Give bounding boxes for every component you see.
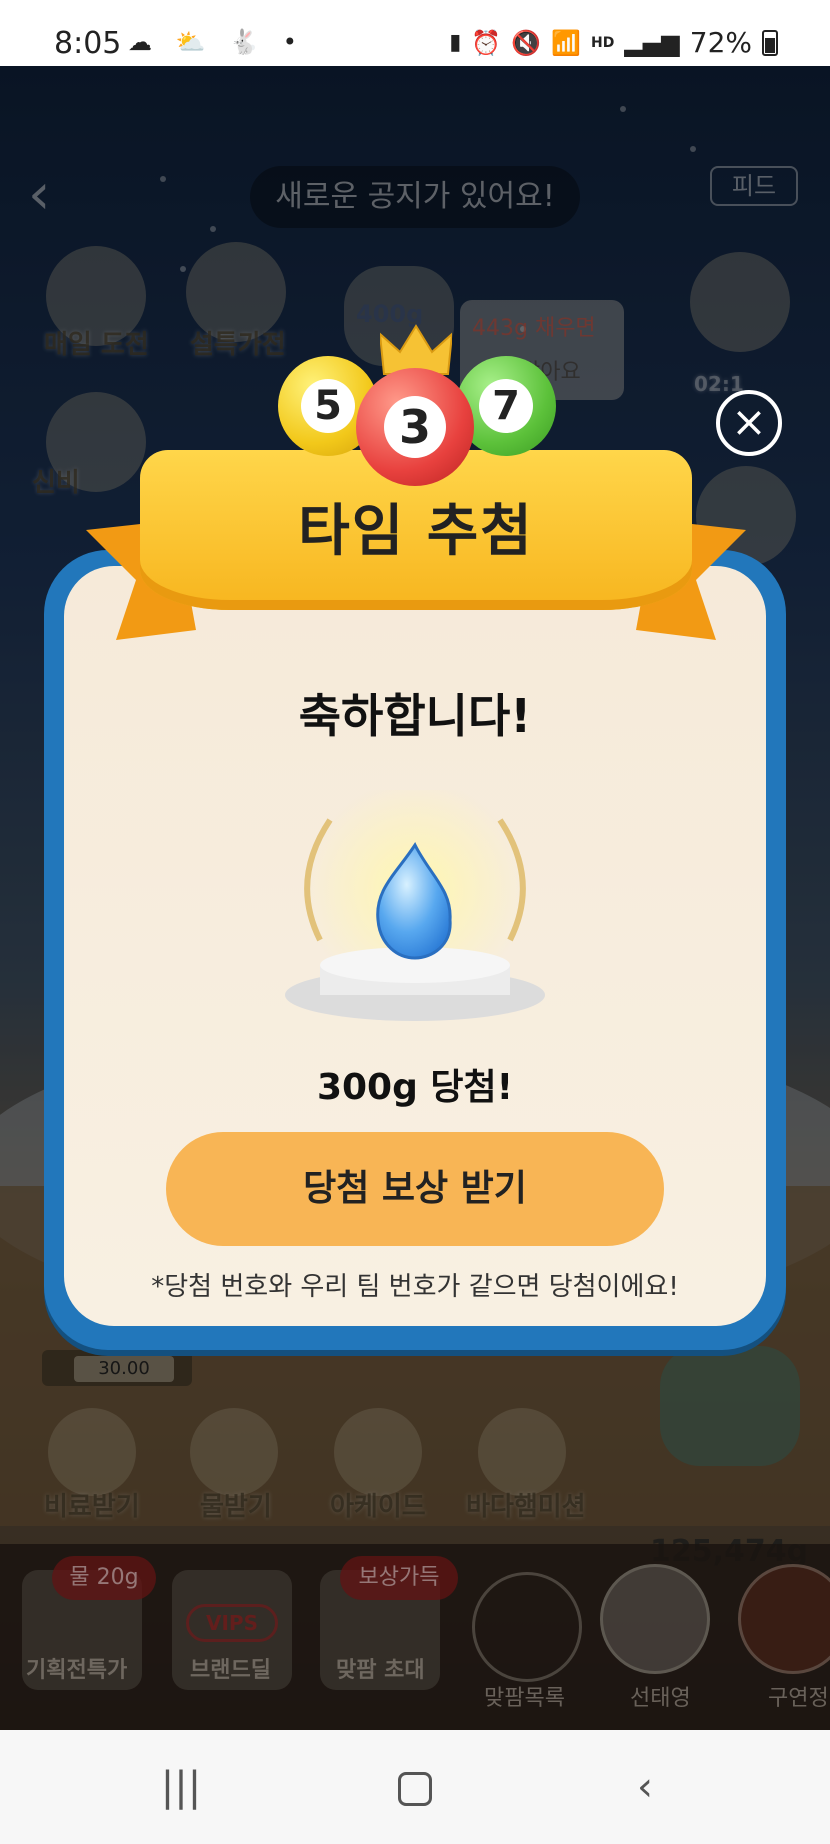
prize-amount: 300g 당첨! (316, 1067, 514, 1108)
status-left-icons: ☁ ⛅ 🐇 • (128, 28, 305, 56)
status-time: 8:05 (54, 26, 122, 61)
weather-icon: ⛅ (175, 28, 214, 56)
recent-apps-icon[interactable]: ||| (136, 1750, 226, 1824)
dot-icon: • (282, 28, 305, 56)
mute-icon: 🔇 (511, 28, 542, 57)
signal-icon: ▂▄▆ (624, 28, 680, 57)
wifi-icon: 📶 (551, 28, 582, 57)
status-bar: 8:05 ☁ ⛅ 🐇 • ▮ ⏰ 🔇 📶 HD ▂▄▆ 72% (0, 0, 830, 66)
claim-reward-button[interactable]: 당첨 보상 받기 (166, 1132, 664, 1246)
ball-number-center: 3 (384, 396, 446, 458)
system-nav-bar: ||| ‹ (0, 1730, 830, 1844)
hd-voice-icon: HD (591, 34, 615, 51)
reward-trophy (285, 790, 545, 1021)
battery-saver-icon: ▮ (449, 30, 462, 55)
lottery-ball-center: 3 (356, 368, 474, 486)
ball-number-left: 5 (301, 379, 355, 433)
modal-title: 타임 추첨 (298, 499, 534, 564)
close-button[interactable]: × (716, 390, 782, 456)
congrats-heading: 축하합니다! (298, 689, 532, 743)
status-right-icons: ▮ ⏰ 🔇 📶 HD ▂▄▆ 72% (449, 26, 778, 59)
cloud-icon: ☁ (128, 28, 160, 56)
battery-icon (762, 29, 778, 56)
alarm-icon: ⏰ (471, 28, 502, 57)
battery-percent: 72% (689, 26, 752, 59)
winning-rule-note: *당첨 번호와 우리 팀 번호가 같으면 당첨이에요! (151, 1272, 679, 1302)
home-icon[interactable] (370, 1750, 460, 1824)
back-icon[interactable]: ‹ (600, 1750, 690, 1824)
close-icon: × (731, 397, 767, 446)
rabbit-icon: 🐇 (229, 28, 268, 56)
ball-number-right: 7 (479, 379, 533, 433)
